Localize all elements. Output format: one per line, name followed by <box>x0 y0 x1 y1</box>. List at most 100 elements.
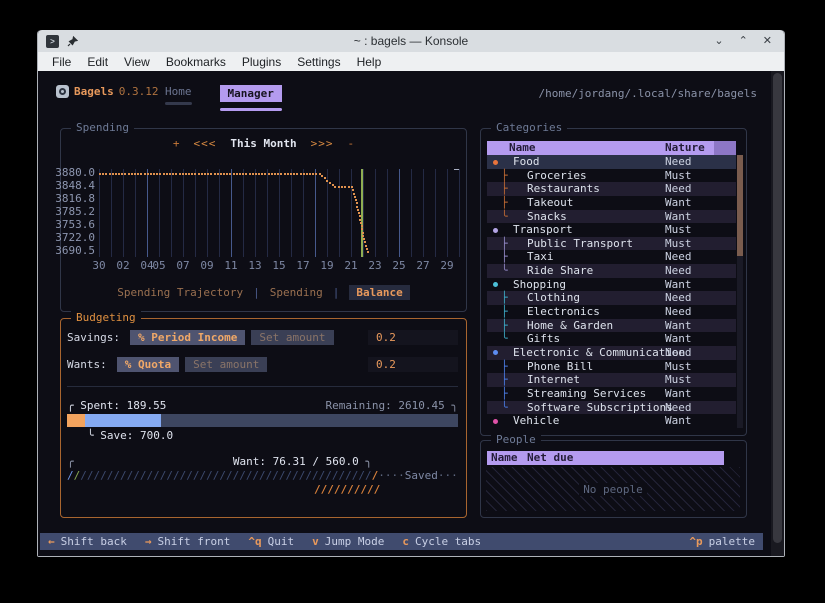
footer-action-cycle-tabs[interactable]: cCycle tabs <box>402 535 481 548</box>
category-row-transport[interactable]: TransportMust <box>487 223 736 237</box>
budget-progress-bar <box>67 414 458 427</box>
categories-scrollbar[interactable] <box>737 155 743 428</box>
categories-panel-title: Categories <box>491 121 567 134</box>
people-empty-area: No people <box>486 467 740 511</box>
terminal-scrollbar-thumb[interactable] <box>773 73 782 543</box>
want-label: Want: 76.31 / 560.0 <box>233 455 359 468</box>
balance-line-dot <box>268 173 270 175</box>
tree-branch-icon: ├ <box>501 373 508 387</box>
chart-period-nav: + <<< This Month >>> - <box>61 137 466 150</box>
tab-balance[interactable]: Balance <box>349 285 409 300</box>
category-row-phone-bill[interactable]: ├Phone BillMust <box>487 360 736 374</box>
day-gridline <box>111 169 112 257</box>
footer-action-palette[interactable]: ^ppalette <box>689 535 755 548</box>
day-gridline <box>267 169 268 257</box>
balance-line-dot <box>204 173 206 175</box>
category-row-food[interactable]: FoodNeed <box>487 155 736 169</box>
category-name: Taxi <box>527 250 554 264</box>
menu-view[interactable]: View <box>116 55 158 69</box>
x-tick-label: 21 <box>344 259 357 272</box>
column-nature: Nature <box>665 141 705 154</box>
tab-spending[interactable]: Spending <box>270 286 323 299</box>
wants-percent-quota-button[interactable]: % Quota <box>117 357 179 372</box>
balance-line-dot <box>210 173 212 175</box>
footer-action-shift-back[interactable]: ←Shift back <box>48 535 127 548</box>
category-nature: Need <box>665 291 692 305</box>
window-titlebar[interactable]: > ~ : bagels — Konsole ⌄ ⌃ ✕ <box>38 30 784 52</box>
day-gridline <box>183 169 184 257</box>
categories-table-body: FoodNeed├GroceriesMust├RestaurantsNeed├T… <box>487 155 736 428</box>
footer-action-shift-front[interactable]: →Shift front <box>145 535 230 548</box>
balance-line-dot <box>140 173 142 175</box>
category-row-home-garden[interactable]: ├Home & GardenWant <box>487 319 736 333</box>
close-icon[interactable]: ✕ <box>763 36 772 47</box>
category-nature: Want <box>665 196 692 210</box>
app-header: Bagels 0.3.12 Home Manager /home/jordang… <box>56 83 757 113</box>
tab-home[interactable]: Home <box>156 83 201 113</box>
savings-set-amount-button[interactable]: Set amount <box>251 330 333 345</box>
key-action-label: Shift back <box>61 535 127 548</box>
category-row-takeout[interactable]: ├TakeoutWant <box>487 196 736 210</box>
menu-plugins[interactable]: Plugins <box>234 55 289 69</box>
minimize-icon[interactable]: ⌄ <box>714 36 723 47</box>
wants-set-amount-button[interactable]: Set amount <box>185 357 267 372</box>
key-action-label: Shift front <box>157 535 230 548</box>
app-version: 0.3.12 <box>119 85 159 98</box>
category-row-internet[interactable]: ├InternetMust <box>487 373 736 387</box>
category-row-software-subscriptions[interactable]: ╰Software SubscriptionsNeed <box>487 401 736 415</box>
tree-branch-icon: ├ <box>501 291 508 305</box>
category-row-snacks[interactable]: ╰SnacksWant <box>487 210 736 224</box>
savings-value-input[interactable]: 0.2 <box>368 330 458 345</box>
categories-scrollbar-thumb[interactable] <box>737 155 743 256</box>
next-period-button[interactable]: >>> <box>311 137 334 150</box>
tab-spending-trajectory[interactable]: Spending Trajectory <box>117 286 243 299</box>
x-tick-label: 05 <box>152 259 165 272</box>
day-gridline <box>315 169 316 257</box>
wants-value-input[interactable]: 0.2 <box>368 357 458 372</box>
menu-bookmarks[interactable]: Bookmarks <box>158 55 234 69</box>
balance-line-dot <box>220 173 222 175</box>
category-row-vehicle[interactable]: VehicleWant <box>487 414 736 428</box>
category-row-restaurants[interactable]: ├RestaurantsNeed <box>487 182 736 196</box>
maximize-icon[interactable]: ⌃ <box>739 36 748 47</box>
category-row-ride-share[interactable]: ╰Ride ShareNeed <box>487 264 736 278</box>
category-row-shopping[interactable]: ShoppingWant <box>487 278 736 292</box>
tab-manager[interactable]: Manager <box>211 83 291 113</box>
category-row-clothing[interactable]: ├ClothingNeed <box>487 291 736 305</box>
balance-line-dot <box>277 173 279 175</box>
menu-settings[interactable]: Settings <box>289 55 348 69</box>
category-name: Gifts <box>527 332 560 346</box>
balance-line-dot <box>169 173 171 175</box>
category-row-streaming-services[interactable]: ├Streaming ServicesWant <box>487 387 736 401</box>
day-gridline <box>171 169 172 257</box>
category-row-public-transport[interactable]: ├Public TransportMust <box>487 237 736 251</box>
chart-view-tabs: Spending Trajectory | Spending | Balance <box>61 285 466 300</box>
category-row-electronic-communication[interactable]: Electronic & CommunicationNeed <box>487 346 736 360</box>
zoom-in-button[interactable]: + <box>173 137 180 150</box>
category-name: Internet <box>527 373 580 387</box>
people-panel: People Name Net due No people <box>480 440 747 518</box>
category-row-gifts[interactable]: ╰GiftsWant <box>487 332 736 346</box>
category-row-taxi[interactable]: ├TaxiNeed <box>487 250 736 264</box>
category-name: Public Transport <box>527 237 633 251</box>
footer-action-jump-mode[interactable]: vJump Mode <box>312 535 384 548</box>
category-name: Software Subscriptions <box>527 401 673 415</box>
saved-label: Saved <box>405 469 438 482</box>
menu-edit[interactable]: Edit <box>79 55 116 69</box>
category-row-groceries[interactable]: ├GroceriesMust <box>487 169 736 183</box>
x-tick-label: 07 <box>176 259 189 272</box>
prev-period-button[interactable]: <<< <box>194 137 217 150</box>
category-nature: Must <box>665 360 692 374</box>
balance-line-dot <box>255 173 257 175</box>
terminal-scrollbar[interactable] <box>771 71 784 556</box>
footer-action-quit[interactable]: ^qQuit <box>248 535 294 548</box>
menu-help[interactable]: Help <box>349 55 390 69</box>
konsole-window: > ~ : bagels — Konsole ⌄ ⌃ ✕ FileEditVie… <box>37 30 785 557</box>
menu-file[interactable]: File <box>44 55 79 69</box>
category-row-electronics[interactable]: ├ElectronicsNeed <box>487 305 736 319</box>
savings-percent-income-button[interactable]: % Period Income <box>130 330 245 345</box>
category-bullet-icon <box>493 282 498 287</box>
balance-line-dot <box>137 173 139 175</box>
zoom-out-button[interactable]: - <box>347 137 354 150</box>
x-tick-label: 19 <box>320 259 333 272</box>
